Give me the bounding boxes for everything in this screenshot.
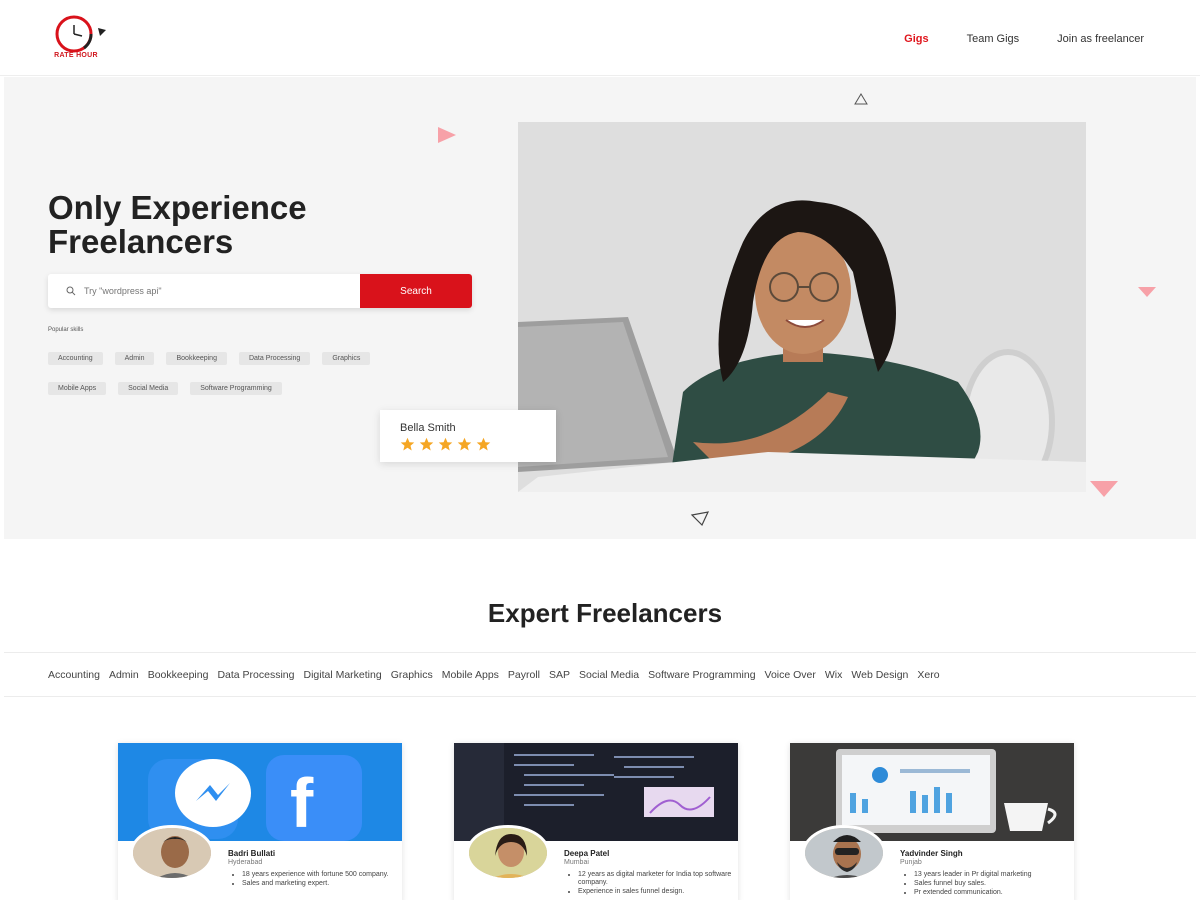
review-card: Bella Smith (380, 410, 556, 462)
search-bar: Search (48, 274, 472, 308)
freelancer-location: Punjab (900, 859, 922, 866)
decorative-triangle-icon (854, 93, 868, 105)
highlight-item: Sales and marketing expert. (242, 880, 396, 888)
star-icon (457, 437, 472, 451)
nav-item-gigs[interactable]: Gigs (904, 33, 928, 45)
tag-admin[interactable]: Admin (114, 352, 155, 365)
category-filter-bar: Accounting Admin Bookkeeping Data Proces… (4, 652, 1196, 697)
highlight-item: Pr extended communication. (914, 889, 1068, 897)
logo-text: RATE HOUR (54, 52, 98, 59)
decorative-triangle-icon (1090, 481, 1118, 497)
freelancer-location: Hyderabad (228, 859, 263, 866)
freelancer-name: Badri Bullati (228, 849, 276, 858)
category-web-design[interactable]: Web Design (851, 669, 908, 681)
category-digital-marketing[interactable]: Digital Marketing (303, 669, 381, 681)
logo-clock-icon[interactable] (44, 12, 110, 68)
search-input[interactable] (84, 280, 384, 302)
freelancer-highlights: 13 years leader in Pr digital marketing … (908, 871, 1068, 898)
tag-graphics[interactable]: Graphics (322, 352, 371, 365)
category-wix[interactable]: Wix (825, 669, 843, 681)
popular-skills-label: Popular skills (48, 327, 84, 333)
nav-item-join-freelancer[interactable]: Join as freelancer (1057, 33, 1144, 45)
freelancer-card[interactable]: Yadvinder Singh Punjab 13 years leader i… (790, 743, 1074, 900)
tag-data-processing[interactable]: Data Processing (238, 352, 311, 365)
decorative-triangle-icon (690, 511, 710, 527)
star-icon (419, 437, 434, 451)
expert-freelancers-title: Expert Freelancers (487, 598, 723, 628)
nav-item-team-gigs[interactable]: Team Gigs (967, 33, 1020, 45)
category-accounting[interactable]: Accounting (48, 669, 100, 681)
highlight-item: 13 years leader in Pr digital marketing (914, 871, 1068, 879)
category-bookkeeping[interactable]: Bookkeeping (148, 669, 209, 681)
hero-title-line1: Only Experience (48, 189, 307, 226)
tag-mobile-apps[interactable]: Mobile Apps (48, 382, 107, 395)
hero-section: Only Experience Freelancers Search Popul… (4, 77, 1196, 539)
site-header: RATE HOUR Gigs Team Gigs Join as freelan… (0, 0, 1200, 76)
main-nav: Gigs Team Gigs Join as freelancer (904, 33, 1144, 45)
search-icon (66, 286, 76, 296)
tag-social-media[interactable]: Social Media (118, 382, 179, 395)
hero-photo-illustration (518, 122, 1086, 492)
category-xero[interactable]: Xero (917, 669, 939, 681)
hero-title: Only Experience Freelancers (48, 191, 468, 259)
star-icon (400, 437, 415, 451)
decorative-triangle-icon (1138, 287, 1156, 297)
category-software-programming[interactable]: Software Programming (648, 669, 755, 681)
highlight-item: Experience in sales funnel design. (578, 888, 732, 896)
category-graphics[interactable]: Graphics (391, 669, 433, 681)
search-button[interactable]: Search (360, 274, 472, 308)
tag-software-programming[interactable]: Software Programming (190, 382, 282, 395)
reviewer-name: Bella Smith (400, 422, 456, 434)
freelancer-location: Mumbai (564, 859, 589, 866)
highlight-item: 12 years as digital marketer for India t… (578, 871, 732, 887)
category-sap[interactable]: SAP (549, 669, 570, 681)
avatar (466, 825, 550, 881)
highlight-item: 18 years experience with fortune 500 com… (242, 871, 396, 879)
star-icon (438, 437, 453, 451)
popular-tags: Accounting Admin Bookkeeping Data Processin… (48, 347, 448, 407)
tag-accounting[interactable]: Accounting (48, 352, 103, 365)
category-admin[interactable]: Admin (109, 669, 139, 681)
hero-title-line2: Freelancers (48, 223, 234, 260)
avatar (130, 825, 214, 881)
category-voice-over[interactable]: Voice Over (765, 669, 816, 681)
freelancer-highlights: 12 years as digital marketer for India t… (572, 871, 732, 897)
freelancer-highlights: 18 years experience with fortune 500 com… (236, 871, 396, 889)
hero-photo (518, 122, 1086, 492)
avatar (802, 825, 886, 881)
svg-text:f: f (290, 764, 314, 841)
category-social-media[interactable]: Social Media (579, 669, 639, 681)
category-mobile-apps[interactable]: Mobile Apps (442, 669, 499, 681)
freelancer-name: Yadvinder Singh (900, 849, 963, 858)
star-icon (476, 437, 491, 451)
star-rating (400, 437, 491, 452)
decorative-triangle-icon (438, 127, 456, 143)
freelancer-name: Deepa Patel (564, 849, 610, 858)
freelancer-card[interactable]: f Badri Bullati Hyderabad 18 years exper… (118, 743, 402, 900)
freelancer-card[interactable]: Deepa Patel Mumbai 12 years as digital m… (454, 743, 738, 900)
highlight-item: Sales funnel buy sales. (914, 880, 1068, 888)
category-payroll[interactable]: Payroll (508, 669, 540, 681)
category-data-processing[interactable]: Data Processing (217, 669, 294, 681)
tag-bookkeeping[interactable]: Bookkeeping (166, 352, 227, 365)
